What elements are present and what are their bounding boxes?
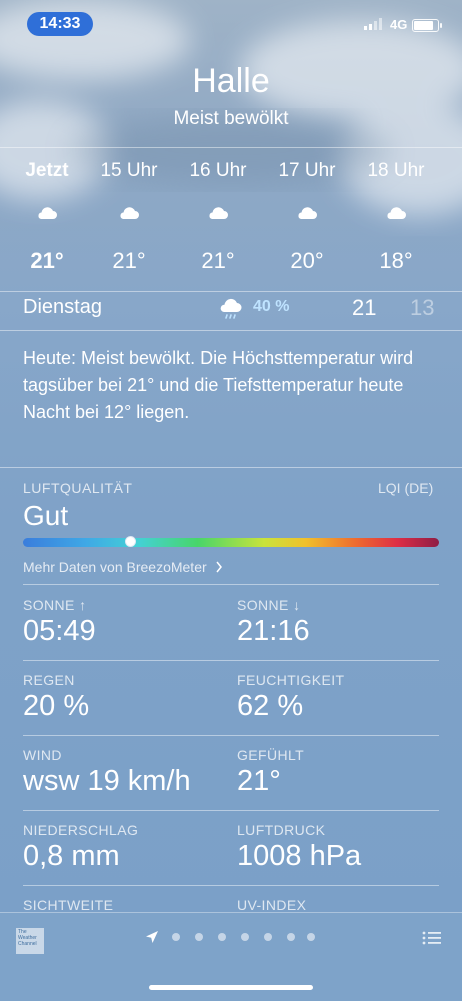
breezometer-link[interactable]: Mehr Daten von BreezoMeter: [23, 559, 223, 575]
weather-channel-logo[interactable]: The Weather Channel: [16, 928, 44, 954]
sunrise-value: 05:49: [23, 615, 96, 647]
page-dot[interactable]: [172, 933, 180, 941]
city-name: Halle: [192, 62, 270, 100]
hour-label: 18 Uhr: [367, 160, 425, 181]
detail-label: LUFTDRUCK: [237, 822, 326, 838]
weather-channel-logo-text: The Weather Channel: [18, 929, 37, 947]
divider: [0, 330, 462, 331]
current-condition: Meist bewölkt: [173, 108, 289, 129]
hour-temp: 21°: [112, 248, 146, 273]
detail-label: GEFÜHLT: [237, 747, 305, 763]
cloud-rain-icon: [220, 298, 242, 319]
detail-label: UV-INDEX: [237, 897, 307, 913]
high-temp: 21: [352, 295, 377, 320]
air-quality-scale: [23, 538, 439, 547]
cloud-icon: [120, 207, 139, 219]
signal-icon: [364, 18, 382, 30]
divider: [23, 885, 439, 886]
divider: [23, 584, 439, 585]
location-arrow-icon[interactable]: [144, 929, 160, 945]
hour-label: 15 Uhr: [100, 160, 158, 181]
list-icon[interactable]: [422, 930, 442, 946]
hour-label: Jetzt: [25, 160, 69, 181]
wind-value: wsw 19 km/h: [23, 765, 191, 797]
air-quality-label: LUFTQUALITÄT: [23, 480, 133, 496]
hour-temp: 18°: [379, 248, 413, 273]
hour-label: 17 Uhr: [278, 160, 336, 181]
page-dot[interactable]: [195, 933, 203, 941]
day-name: Dienstag: [23, 296, 102, 318]
detail-label: SONNE ↑: [23, 597, 87, 613]
detail-label: SONNE ↓: [237, 597, 301, 613]
pressure-value: 1008 hPa: [237, 840, 362, 872]
hour-temp: 21°: [201, 248, 235, 273]
hour-label: 1: [443, 160, 462, 182]
detail-label: FEUCHTIGKEIT: [237, 672, 345, 688]
divider: [23, 660, 439, 661]
humidity-value: 62 %: [237, 690, 304, 722]
cloud-icon: [209, 207, 228, 219]
daily-summary: Heute: Meist bewölkt. Die Höchsttemperat…: [23, 348, 414, 422]
detail-label: SICHTWEITE: [23, 897, 114, 913]
status-bar: 14:33 4G: [0, 0, 462, 48]
cloud-icon: [387, 207, 406, 219]
divider: [23, 810, 439, 811]
hour-temp: 21°: [30, 248, 64, 273]
air-quality-index-unit: LQI (DE): [378, 480, 434, 496]
breezometer-link-label: Mehr Daten von BreezoMeter: [23, 559, 207, 575]
status-time[interactable]: 14:33: [27, 12, 93, 36]
divider: [0, 467, 462, 468]
battery-nub: [440, 23, 442, 28]
detail-label: WIND: [23, 747, 62, 763]
detail-label: REGEN: [23, 672, 75, 688]
detail-label: NIEDERSCHLAG: [23, 822, 139, 838]
feels-like-value: 21°: [237, 765, 281, 797]
hour-temp: 20°: [290, 248, 324, 273]
hour-label: 16 Uhr: [189, 160, 247, 181]
network-type: 4G: [390, 17, 408, 32]
low-temp: 13: [410, 295, 435, 320]
chevron-right-icon: [215, 561, 222, 573]
divider: [0, 291, 462, 292]
page-dot[interactable]: [241, 933, 249, 941]
rain-value: 20 %: [23, 690, 90, 722]
cloud-icon: [38, 207, 57, 219]
precipitation-value: 0,8 mm: [23, 840, 120, 872]
page-dot[interactable]: [287, 933, 295, 941]
home-indicator[interactable]: [149, 985, 313, 990]
page-dot[interactable]: [307, 933, 315, 941]
air-quality-value: Gut: [23, 500, 69, 531]
page-dot[interactable]: [218, 933, 226, 941]
precip-chance: 40 %: [253, 298, 290, 315]
hourly-forecast[interactable]: Jetzt 21° 15 Uhr 21° 16 Uhr 21° 17 Uhr 2…: [0, 148, 462, 290]
page-dot[interactable]: [264, 933, 272, 941]
cloud-icon: [298, 207, 317, 219]
battery-icon: [412, 19, 439, 32]
divider: [23, 735, 439, 736]
sunset-value: 21:16: [237, 615, 310, 647]
